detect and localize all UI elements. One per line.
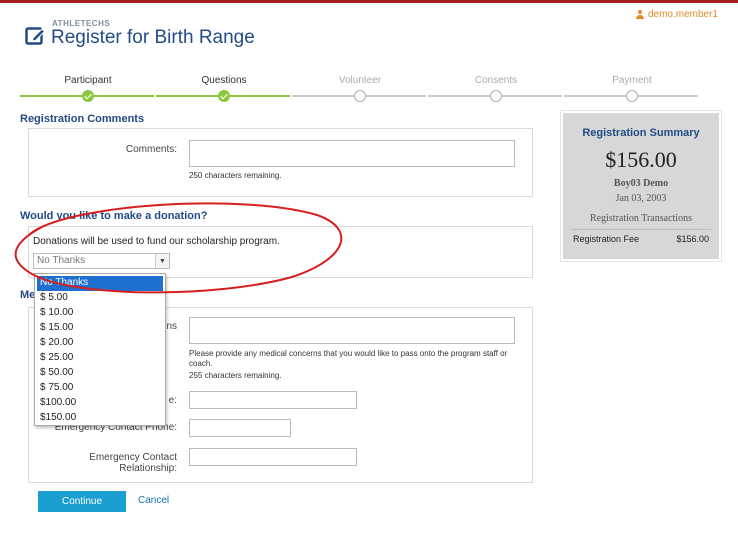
page-title: Register for Birth Range xyxy=(51,27,255,48)
comments-section-title: Registration Comments xyxy=(20,113,145,125)
user-menu[interactable]: demo.member1 xyxy=(635,9,718,20)
cancel-link[interactable]: Cancel xyxy=(138,495,169,506)
emergency-contact-relationship-input[interactable] xyxy=(189,448,357,466)
step-dot xyxy=(490,90,502,102)
step-volunteer: Volunteer xyxy=(292,74,428,104)
progress-steps: Participant Questions Volunteer Consents… xyxy=(20,74,700,104)
emergency-contact-name-input[interactable] xyxy=(189,391,357,409)
summary-title: Registration Summary xyxy=(582,127,700,139)
registration-summary: Registration Summary $156.00 Boy03 Demo … xyxy=(560,110,722,262)
summary-participant: Boy03 Demo xyxy=(613,178,669,189)
step-consents: Consents xyxy=(428,74,564,104)
summary-line-item: Registration Fee $156.00 xyxy=(573,234,709,244)
comments-remaining: 250 characters remaining. xyxy=(189,171,282,180)
top-bar xyxy=(0,0,738,3)
step-participant[interactable]: Participant xyxy=(20,74,156,104)
user-icon xyxy=(635,10,644,19)
medical-title-start: Me xyxy=(20,289,36,301)
emergency-contact-relationship-label: Emergency Contact Relationship: xyxy=(89,452,177,474)
medical-concerns-help: Please provide any medical concerns that… xyxy=(189,349,508,368)
donation-option[interactable]: $ 20.00 xyxy=(35,336,165,351)
step-label: Volunteer xyxy=(338,75,382,86)
comments-label: Comments: xyxy=(125,144,177,155)
step-label: Payment xyxy=(612,75,652,86)
donation-dropdown-list: No Thanks $ 5.00 $ 10.00 $ 15.00 $ 20.00… xyxy=(34,273,166,426)
comments-textarea[interactable] xyxy=(189,140,515,167)
summary-dob: Jan 03, 2003 xyxy=(615,193,667,204)
chevron-down-icon[interactable]: ▼ xyxy=(155,254,169,268)
emergency-contact-phone-input[interactable] xyxy=(189,419,291,437)
donation-description: Donations will be used to fund our schol… xyxy=(33,236,280,247)
step-label: Questions xyxy=(201,75,247,86)
medical-concerns-textarea[interactable] xyxy=(189,317,515,344)
summary-total: $156.00 xyxy=(605,147,677,172)
line-item-amount: $156.00 xyxy=(676,234,709,244)
step-label: Consents xyxy=(474,75,518,86)
donation-option[interactable]: No Thanks xyxy=(37,276,163,291)
step-payment: Payment xyxy=(564,74,700,104)
donation-option[interactable]: $150.00 xyxy=(35,411,165,426)
username: demo.member1 xyxy=(647,9,718,20)
step-dot xyxy=(354,90,366,102)
continue-button[interactable]: Continue xyxy=(38,491,126,512)
donation-select-value: No Thanks xyxy=(37,255,86,266)
line-item-label: Registration Fee xyxy=(573,234,640,244)
medical-concerns-remaining: 255 characters remaining. xyxy=(189,371,282,380)
donation-panel xyxy=(28,226,533,278)
step-questions[interactable]: Questions xyxy=(156,74,292,104)
donation-select[interactable]: No Thanks ▼ xyxy=(33,253,170,269)
donation-option[interactable]: $ 10.00 xyxy=(35,306,165,321)
check-icon xyxy=(218,90,230,102)
step-label: Participant xyxy=(64,75,112,86)
donation-option[interactable]: $ 5.00 xyxy=(35,291,165,306)
step-dot xyxy=(626,90,638,102)
check-icon xyxy=(82,90,94,102)
donation-option[interactable]: $ 75.00 xyxy=(35,381,165,396)
edit-icon xyxy=(25,27,46,45)
donation-option[interactable]: $ 15.00 xyxy=(35,321,165,336)
donation-option[interactable]: $100.00 xyxy=(35,396,165,411)
summary-transactions-label: Registration Transactions xyxy=(590,213,692,224)
summary-divider xyxy=(571,229,711,230)
donation-option[interactable]: $ 25.00 xyxy=(35,351,165,366)
donation-section-title: Would you like to make a donation? xyxy=(20,210,208,222)
donation-option[interactable]: $ 50.00 xyxy=(35,366,165,381)
